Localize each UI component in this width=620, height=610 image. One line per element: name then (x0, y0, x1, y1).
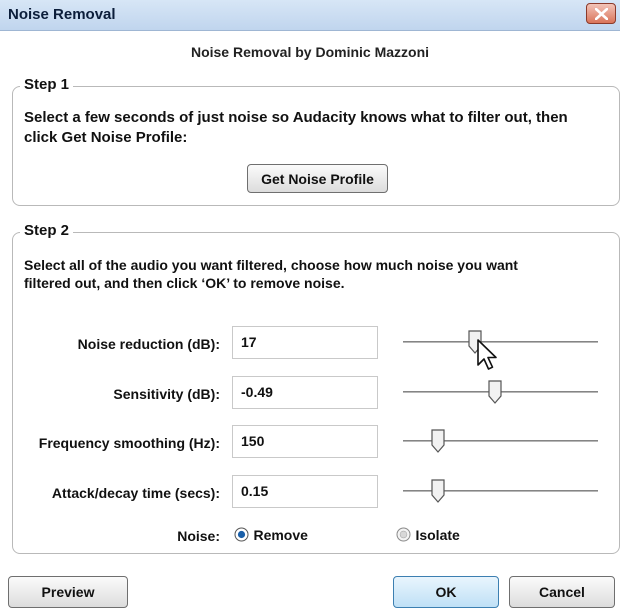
ok-button[interactable]: OK (393, 576, 499, 608)
step1-description: Select a few seconds of just noise so Au… (24, 109, 568, 146)
sensitivity-slider[interactable] (403, 378, 598, 408)
radio-isolate[interactable]: Isolate (396, 527, 460, 547)
preview-button[interactable]: Preview (8, 576, 128, 608)
attack-decay-field[interactable]: 0.15 (232, 475, 378, 508)
dialog-subtitle: Noise Removal by Dominic Mazzoni (190, 44, 430, 60)
close-icon (595, 8, 608, 20)
radio-unselected-icon[interactable] (396, 527, 411, 542)
window-title: Noise Removal (8, 6, 116, 23)
radio-selected-icon[interactable] (234, 527, 249, 542)
step2-description: Select all of the audio you want filtere… (24, 257, 518, 291)
slider-thumb[interactable] (431, 479, 445, 503)
step1-legend: Step 1 (20, 76, 74, 93)
slider-thumb[interactable] (431, 429, 445, 453)
sensitivity-label: Sensitivity (dB): (113, 386, 220, 402)
mouse-pointer-icon (477, 339, 497, 370)
radio-remove-label: Remove (253, 527, 308, 543)
step2-legend: Step 2 (20, 222, 74, 239)
attack-decay-slider[interactable] (403, 477, 598, 507)
get-noise-profile-button[interactable]: Get Noise Profile (247, 164, 388, 193)
cancel-button[interactable]: Cancel (509, 576, 615, 608)
frequency-smoothing-label: Frequency smoothing (Hz): (38, 435, 220, 451)
frequency-smoothing-slider[interactable] (403, 427, 598, 457)
slider-thumb[interactable] (488, 380, 502, 404)
noise-reduction-label: Noise reduction (dB): (77, 336, 220, 352)
title-bar: Noise Removal (0, 0, 620, 31)
close-button[interactable] (586, 3, 616, 24)
sensitivity-field[interactable]: -0.49 (232, 376, 378, 409)
attack-decay-label: Attack/decay time (secs): (51, 485, 220, 501)
noise-reduction-field[interactable]: 17 (232, 326, 378, 359)
radio-remove[interactable]: Remove (234, 527, 308, 547)
noise-mode-label: Noise: (177, 528, 220, 544)
radio-isolate-label: Isolate (415, 527, 460, 543)
frequency-smoothing-field[interactable]: 150 (232, 425, 378, 458)
